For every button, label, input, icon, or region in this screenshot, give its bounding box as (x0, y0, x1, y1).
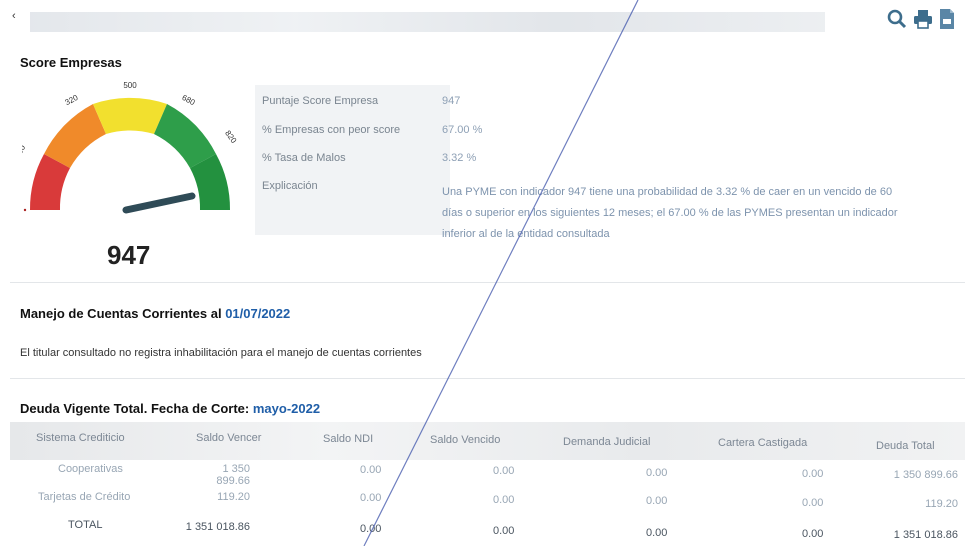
diagonal-stroke (363, 0, 639, 546)
